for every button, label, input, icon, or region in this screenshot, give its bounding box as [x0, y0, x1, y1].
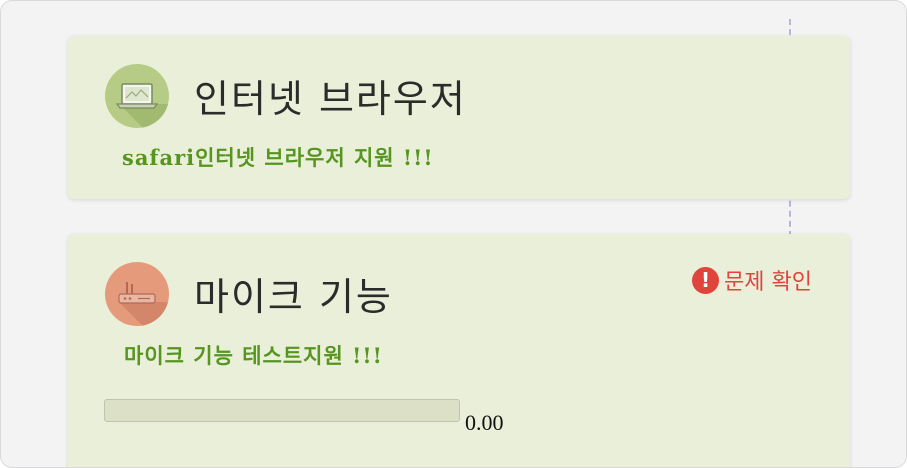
card-title: 인터넷 브라우저 — [194, 77, 467, 121]
laptop-icon — [105, 64, 169, 128]
check-issue-link[interactable]: ! 문제 확인 — [692, 264, 812, 296]
microphone-check-card: 마이크 기능 ! 문제 확인 마이크 기능 테스트지원 !!! 0.00 — [68, 234, 850, 467]
card-title: 마이크 기능 — [194, 275, 393, 319]
card-subtitle: 마이크 기능 테스트지원 !!! — [124, 343, 383, 368]
app-frame: 인터넷 브라우저 safari인터넷 브라우저 지원 !!! 마이크 기능 ! … — [0, 0, 907, 468]
mic-level-meter — [104, 399, 460, 422]
card-subtitle: safari인터넷 브라우저 지원 !!! — [122, 145, 434, 170]
check-issue-label: 문제 확인 — [724, 270, 812, 295]
mic-level-value: 0.00 — [465, 410, 504, 435]
exclamation-icon: ! — [692, 266, 720, 294]
browser-check-card: 인터넷 브라우저 safari인터넷 브라우저 지원 !!! — [68, 36, 850, 199]
router-icon — [105, 262, 169, 326]
